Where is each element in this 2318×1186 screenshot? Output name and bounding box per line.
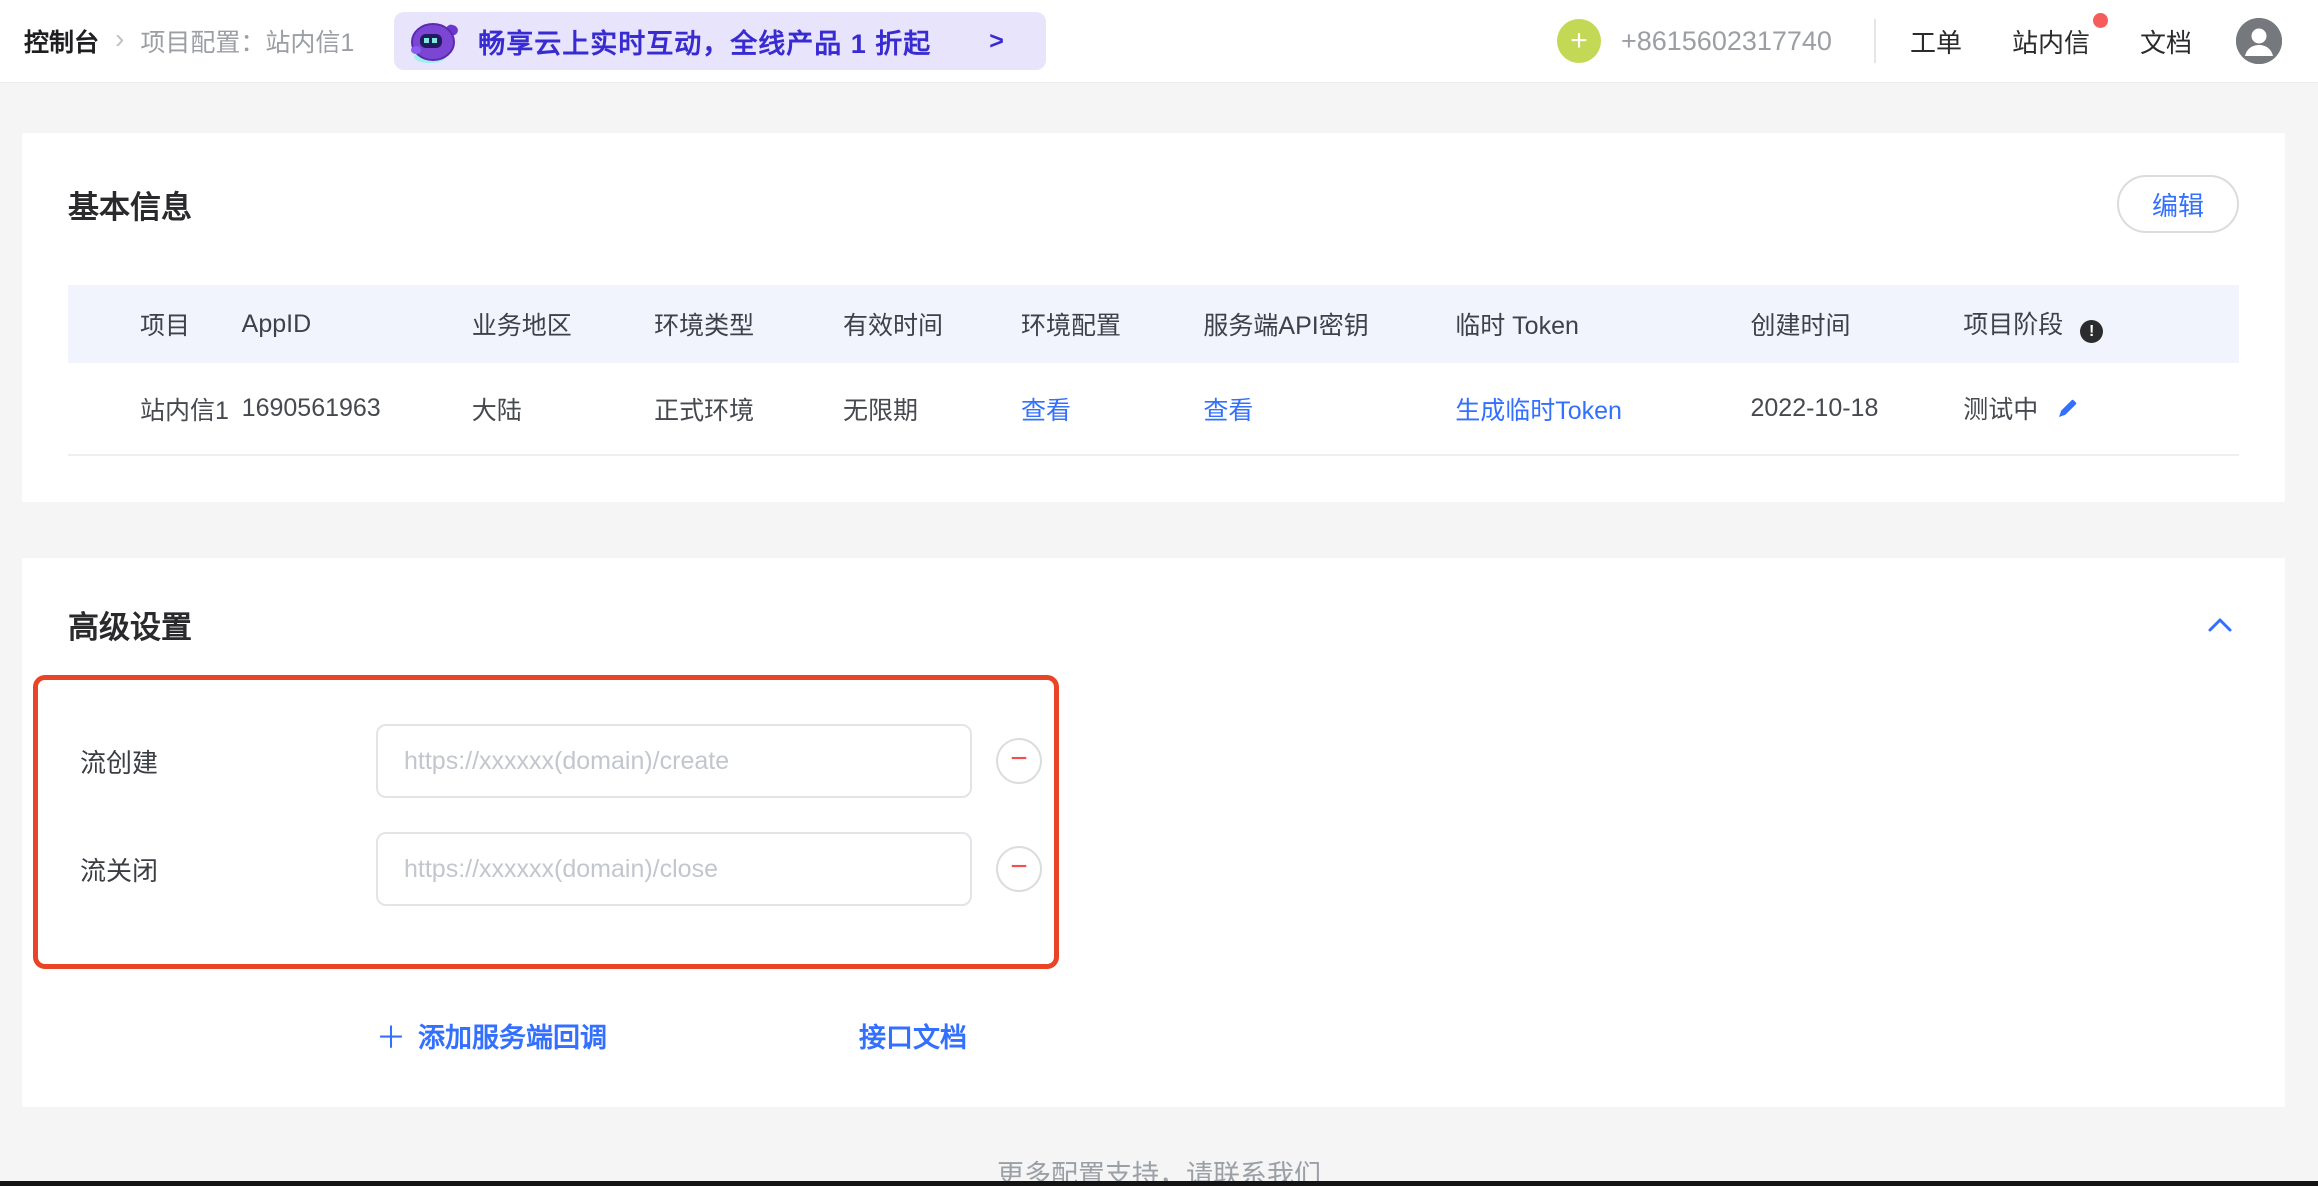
cell-region: 大陆 xyxy=(472,363,654,455)
env-config-view-link[interactable]: 查看 xyxy=(1021,397,1071,425)
top-nav: 工单 站内信 文档 xyxy=(1910,23,2192,60)
header-divider xyxy=(1874,19,1876,63)
top-header: 控制台 › 项目配置：站内信1 畅享云上实时互动，全线产品 1 折起 > + +… xyxy=(0,0,2318,83)
remove-callback-button[interactable]: − xyxy=(996,738,1042,784)
promo-banner[interactable]: 畅享云上实时互动，全线产品 1 折起 > xyxy=(394,12,1046,70)
cell-project: 站内信1 xyxy=(68,363,242,455)
col-header-project-stage-label: 项目阶段 xyxy=(1963,311,2063,339)
account-phone: +8615602317740 xyxy=(1621,26,1832,57)
mascot-robot-icon xyxy=(408,17,462,65)
col-header-env-config: 环境配置 xyxy=(1021,285,1203,363)
col-header-temp-token: 临时 Token xyxy=(1455,285,1750,363)
stream-create-label: 流创建 xyxy=(80,743,376,780)
stream-close-label: 流关闭 xyxy=(80,851,376,888)
advanced-settings-title: 高级设置 xyxy=(68,602,192,647)
header-right: + +8615602317740 工单 站内信 文档 xyxy=(1557,18,2282,64)
remove-callback-button[interactable]: − xyxy=(996,846,1042,892)
stream-create-input[interactable] xyxy=(376,724,972,798)
avatar[interactable] xyxy=(2236,18,2282,64)
table-row: 站内信1 1690561963 大陆 正式环境 无限期 查看 查看 生成临时To… xyxy=(68,363,2239,455)
col-header-region: 业务地区 xyxy=(472,285,654,363)
basic-info-title: 基本信息 xyxy=(68,182,192,227)
nav-inbox-label: 站内信 xyxy=(2012,28,2090,58)
advanced-settings-card: 高级设置 流创建 − 流关闭 − ＋ 添加服务端回调 接口文档 xyxy=(22,558,2285,1107)
breadcrumb-separator-icon: › xyxy=(115,25,124,53)
add-plus-icon: ＋ xyxy=(376,1013,406,1057)
cell-valid-time: 无限期 xyxy=(843,363,1021,455)
col-header-created: 创建时间 xyxy=(1750,285,1963,363)
col-header-valid-time: 有效时间 xyxy=(843,285,1021,363)
notification-dot xyxy=(2093,13,2108,28)
promo-banner-arrow-icon: > xyxy=(989,27,1004,56)
cell-project-stage: 测试中 xyxy=(1963,363,2239,455)
breadcrumb-console-link[interactable]: 控制台 xyxy=(24,23,99,59)
nav-ticket[interactable]: 工单 xyxy=(1910,23,1962,60)
collapse-chevron-up-icon[interactable] xyxy=(2201,610,2239,640)
cell-env-type: 正式环境 xyxy=(654,363,843,455)
add-callback-label: 添加服务端回调 xyxy=(418,1016,607,1055)
project-stage-value: 测试中 xyxy=(1963,396,2038,424)
col-header-project-stage: 项目阶段 ! xyxy=(1963,285,2239,363)
col-header-env-type: 环境类型 xyxy=(654,285,843,363)
red-annotation-box: 流创建 − 流关闭 − xyxy=(33,675,1059,969)
api-doc-link[interactable]: 接口文档 xyxy=(859,1016,967,1055)
table-header-row: 项目 AppID 业务地区 环境类型 有效时间 环境配置 服务端API密钥 临时… xyxy=(68,285,2239,363)
basic-info-card: 基本信息 编辑 项目 AppID 业务地区 环境类型 有效时间 环境配置 服务端… xyxy=(22,133,2285,502)
stream-close-input[interactable] xyxy=(376,832,972,906)
callback-links-row: ＋ 添加服务端回调 接口文档 xyxy=(68,1013,2239,1057)
api-secret-view-link[interactable]: 查看 xyxy=(1203,397,1253,425)
promo-banner-text: 畅享云上实时互动，全线产品 1 折起 xyxy=(478,22,931,61)
recharge-plus-icon[interactable]: + xyxy=(1557,19,1601,63)
cell-appid: 1690561963 xyxy=(242,363,472,455)
col-header-project: 项目 xyxy=(68,285,242,363)
edit-stage-pencil-icon[interactable] xyxy=(2055,397,2079,428)
col-header-appid: AppID xyxy=(242,285,472,363)
col-header-api-secret: 服务端API密钥 xyxy=(1203,285,1455,363)
nav-inbox[interactable]: 站内信 xyxy=(2012,23,2090,60)
nav-docs[interactable]: 文档 xyxy=(2140,23,2192,60)
generate-token-link[interactable]: 生成临时Token xyxy=(1455,397,1622,425)
add-callback-link[interactable]: ＋ 添加服务端回调 xyxy=(376,1013,607,1057)
cell-created: 2022-10-18 xyxy=(1750,363,1963,455)
bottom-edge-bar xyxy=(0,1181,2318,1186)
stream-create-row: 流创建 − xyxy=(80,724,1054,798)
info-icon[interactable]: ! xyxy=(2080,320,2103,343)
breadcrumb: 控制台 › 项目配置：站内信1 xyxy=(24,23,354,59)
edit-button[interactable]: 编辑 xyxy=(2117,175,2239,233)
stream-close-row: 流关闭 − xyxy=(80,832,1054,906)
project-table: 项目 AppID 业务地区 环境类型 有效时间 环境配置 服务端API密钥 临时… xyxy=(68,285,2239,456)
plus-glyph: + xyxy=(1570,24,1588,58)
breadcrumb-current: 项目配置：站内信1 xyxy=(140,23,354,59)
